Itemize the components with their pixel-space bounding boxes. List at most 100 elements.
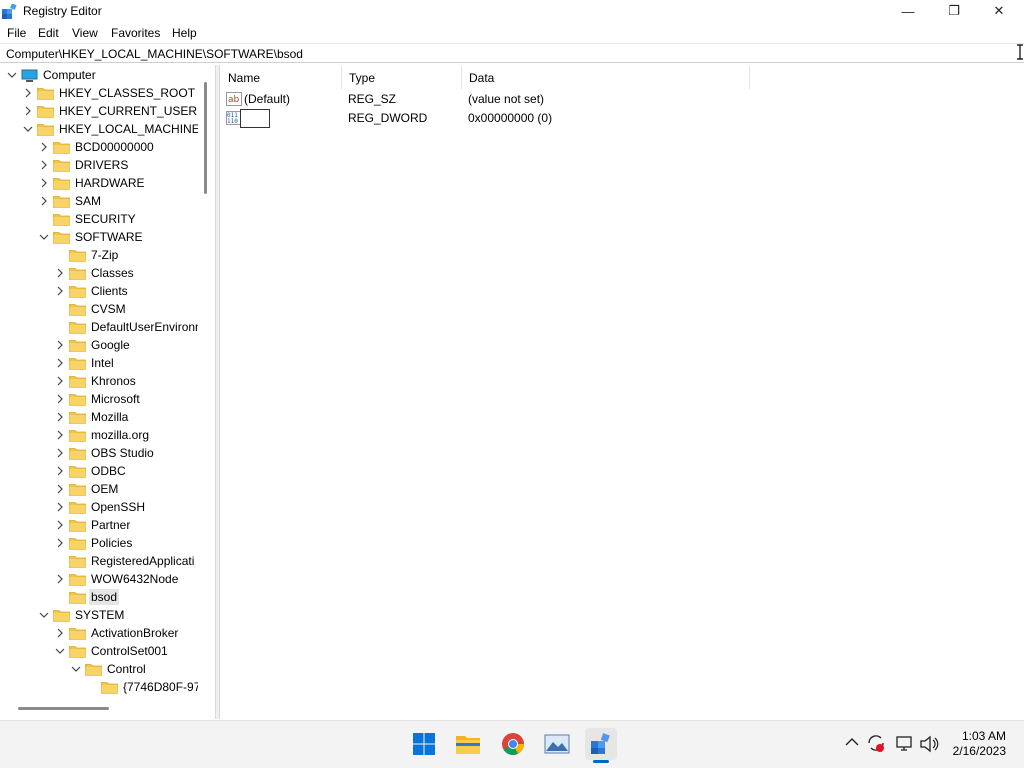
- chrome-button[interactable]: [497, 728, 529, 760]
- tree-item[interactable]: bsod: [54, 588, 120, 606]
- tree-horizontal-scrollbar[interactable]: [18, 707, 109, 710]
- tree-item[interactable]: HARDWARE: [38, 174, 147, 192]
- tree-item[interactable]: Google: [54, 336, 132, 354]
- chevron-right-icon[interactable]: [54, 534, 66, 552]
- chevron-right-icon[interactable]: [38, 174, 50, 192]
- folder-icon: [85, 663, 102, 676]
- tree-item-label: HKEY_LOCAL_MACHINE: [59, 122, 198, 136]
- tree-item[interactable]: Intel: [54, 354, 116, 372]
- start-button[interactable]: [408, 728, 440, 760]
- tree-item[interactable]: DefaultUserEnvironn: [54, 318, 198, 336]
- column-header-name[interactable]: Name: [221, 66, 342, 89]
- column-header-type[interactable]: Type: [342, 66, 462, 89]
- tree-item[interactable]: DRIVERS: [38, 156, 130, 174]
- volume-icon[interactable]: [919, 735, 939, 753]
- tree-item-label: OpenSSH: [91, 500, 146, 514]
- sync-icon[interactable]: [866, 733, 886, 753]
- rename-value-input[interactable]: [240, 109, 270, 128]
- chevron-right-icon[interactable]: [54, 264, 66, 282]
- folder-icon: [69, 591, 86, 604]
- chevron-down-icon[interactable]: [38, 606, 50, 624]
- close-button[interactable]: ✕: [976, 0, 1022, 22]
- value-row[interactable]: ab (Default) REG_SZ (value not set): [226, 90, 746, 108]
- clock-date: 2/16/2023: [952, 744, 1006, 758]
- network-icon[interactable]: [895, 735, 915, 753]
- tree-item[interactable]: BCD00000000: [38, 138, 156, 156]
- value-data: 0x00000000 (0): [468, 111, 553, 125]
- tree-item[interactable]: HKEY_CURRENT_USER: [22, 102, 198, 120]
- tree-item[interactable]: OEM: [54, 480, 120, 498]
- chevron-right-icon[interactable]: [22, 102, 34, 120]
- tree-vertical-scrollbar[interactable]: [204, 82, 207, 194]
- chevron-right-icon[interactable]: [54, 408, 66, 426]
- tree-item[interactable]: Policies: [54, 534, 134, 552]
- tree-item[interactable]: RegisteredApplicati: [54, 552, 196, 570]
- chevron-down-icon[interactable]: [22, 120, 34, 138]
- chevron-right-icon[interactable]: [54, 570, 66, 588]
- tree-item[interactable]: SECURITY: [38, 210, 138, 228]
- minimize-button[interactable]: —: [885, 0, 931, 22]
- chevron-right-icon[interactable]: [54, 624, 66, 642]
- chevron-right-icon[interactable]: [54, 282, 66, 300]
- folder-icon: [69, 411, 86, 424]
- tree-item[interactable]: ActivationBroker: [54, 624, 180, 642]
- tree-item[interactable]: CVSM: [54, 300, 128, 318]
- tree-item[interactable]: 7-Zip: [54, 246, 120, 264]
- value-name: (Default): [244, 92, 291, 106]
- tree-item[interactable]: HKEY_LOCAL_MACHINE: [22, 120, 198, 138]
- tree-item[interactable]: HKEY_CLASSES_ROOT: [22, 84, 197, 102]
- folder-icon: [69, 519, 86, 532]
- chevron-right-icon[interactable]: [54, 462, 66, 480]
- chevron-right-icon[interactable]: [38, 192, 50, 210]
- tree-item[interactable]: OpenSSH: [54, 498, 147, 516]
- tree-item[interactable]: Microsoft: [54, 390, 142, 408]
- tree-item[interactable]: ControlSet001: [54, 642, 170, 660]
- chevron-right-icon[interactable]: [54, 480, 66, 498]
- file-explorer-button[interactable]: [452, 728, 484, 760]
- tree-item[interactable]: mozilla.org: [54, 426, 151, 444]
- tree-item[interactable]: Control: [70, 660, 148, 678]
- tree-item[interactable]: SOFTWARE: [38, 228, 145, 246]
- value-list-pane[interactable]: [221, 65, 1024, 719]
- tree-item[interactable]: Clients: [54, 282, 130, 300]
- start-icon: [413, 733, 435, 755]
- tree-item[interactable]: Computer: [6, 66, 98, 84]
- chevron-right-icon[interactable]: [54, 336, 66, 354]
- tree-item-label: WOW6432Node: [91, 572, 179, 586]
- registry-editor-taskbar-button[interactable]: [585, 728, 617, 760]
- chevron-right-icon[interactable]: [54, 498, 66, 516]
- folder-icon: [69, 573, 86, 586]
- chevron-right-icon[interactable]: [54, 372, 66, 390]
- tree-item[interactable]: SYSTEM: [38, 606, 126, 624]
- chevron-down-icon[interactable]: [70, 660, 82, 678]
- chevron-right-icon[interactable]: [54, 390, 66, 408]
- chevron-right-icon[interactable]: [54, 516, 66, 534]
- chevron-down-icon[interactable]: [6, 66, 18, 84]
- tree-item[interactable]: OBS Studio: [54, 444, 156, 462]
- chevron-up-icon[interactable]: [845, 737, 859, 747]
- tree-item[interactable]: ODBC: [54, 462, 128, 480]
- chevron-right-icon[interactable]: [54, 444, 66, 462]
- chevron-right-icon[interactable]: [38, 138, 50, 156]
- chevron-right-icon[interactable]: [38, 156, 50, 174]
- tree-item[interactable]: Partner: [54, 516, 132, 534]
- system-clock[interactable]: 1:03 AM 2/16/2023: [953, 729, 1006, 759]
- photos-button[interactable]: [541, 728, 573, 760]
- folder-icon: [69, 285, 86, 298]
- tree-item[interactable]: SAM: [38, 192, 103, 210]
- column-header-data[interactable]: Data: [462, 66, 750, 89]
- pane-splitter[interactable]: [216, 65, 220, 719]
- chevron-down-icon[interactable]: [38, 228, 50, 246]
- tree-item[interactable]: WOW6432Node: [54, 570, 180, 588]
- chevron-right-icon[interactable]: [22, 84, 34, 102]
- tree-item[interactable]: {7746D80F-97E: [86, 678, 198, 696]
- tree-item[interactable]: Mozilla: [54, 408, 130, 426]
- tree-item[interactable]: Khronos: [54, 372, 138, 390]
- chevron-down-icon[interactable]: [54, 642, 66, 660]
- value-row[interactable]: 011 110 REG_DWORD 0x00000000 (0): [226, 109, 746, 128]
- chevron-right-icon[interactable]: [54, 426, 66, 444]
- chevron-right-icon[interactable]: [54, 354, 66, 372]
- maximize-button[interactable]: ❐: [931, 0, 977, 22]
- tree-item[interactable]: Classes: [54, 264, 136, 282]
